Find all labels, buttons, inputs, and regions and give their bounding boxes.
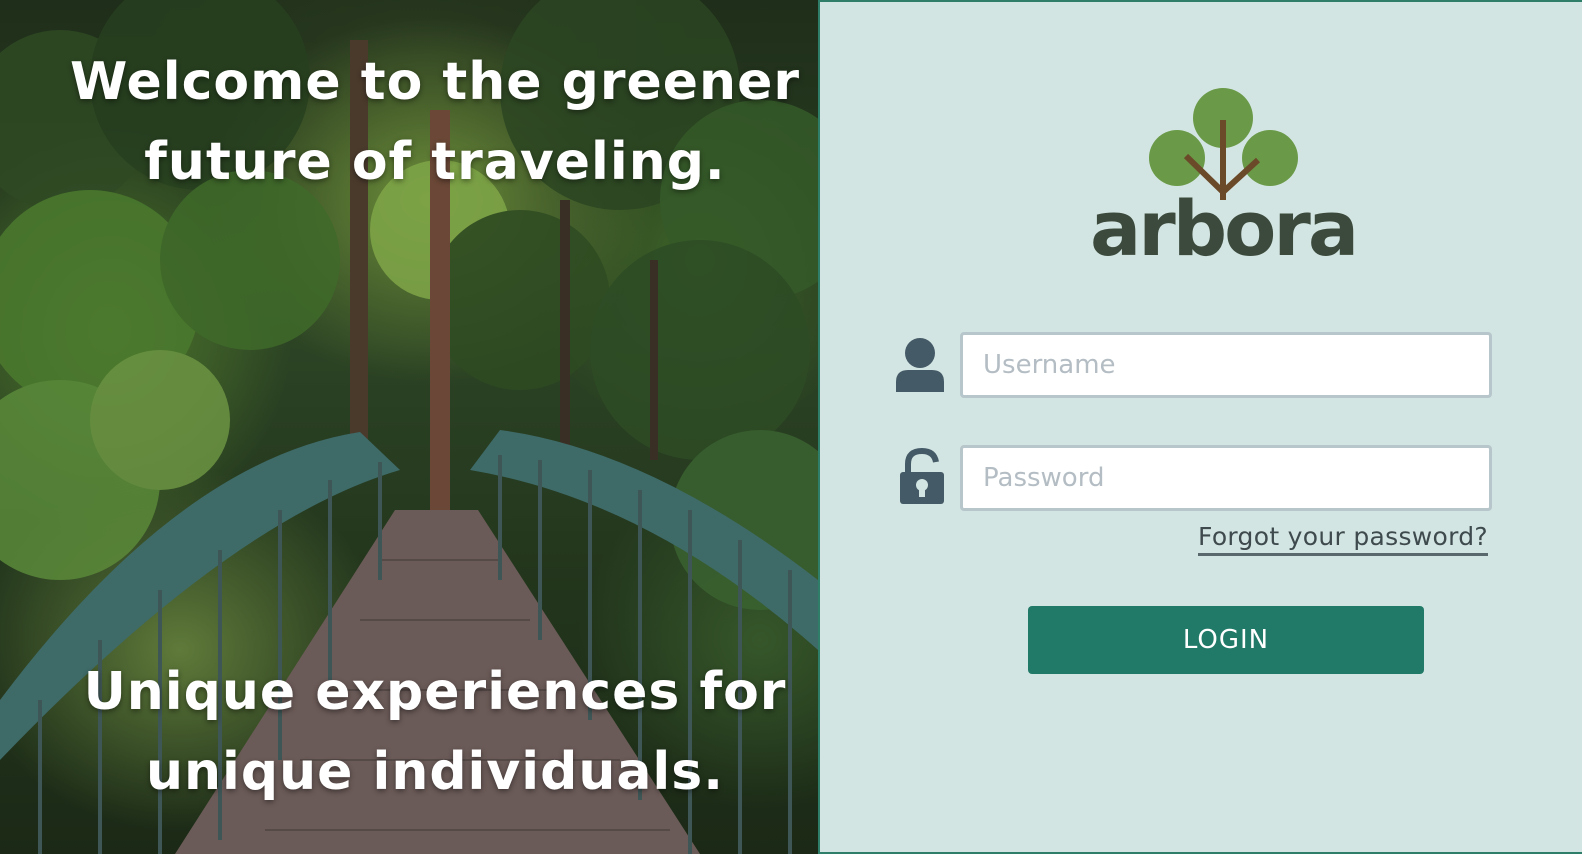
username-input[interactable] bbox=[960, 332, 1492, 398]
hero-tagline-line-2: unique individuals. bbox=[146, 742, 724, 802]
forgot-password-link[interactable]: Forgot your password? bbox=[1198, 522, 1488, 556]
tree-logo-icon bbox=[1149, 88, 1298, 200]
password-input[interactable] bbox=[960, 445, 1492, 511]
login-button[interactable]: LOGIN bbox=[1028, 606, 1424, 674]
hero-headline: Welcome to the greener future of traveli… bbox=[0, 42, 818, 202]
user-icon bbox=[896, 338, 944, 392]
hero-tagline-line-1: Unique experiences for bbox=[83, 662, 787, 722]
login-panel: arbora Forgot your password? LOGIN bbox=[818, 0, 1582, 854]
lock-icon bbox=[900, 448, 944, 504]
hero-headline-line-1: Welcome to the greener bbox=[70, 52, 800, 112]
hero-headline-line-2: future of traveling. bbox=[144, 132, 726, 192]
brand-logo: arbora bbox=[1090, 80, 1359, 273]
hero-tagline: Unique experiences for unique individual… bbox=[0, 652, 818, 812]
brand-wordmark: arbora bbox=[1090, 184, 1359, 273]
hero-panel: Welcome to the greener future of traveli… bbox=[0, 0, 818, 854]
